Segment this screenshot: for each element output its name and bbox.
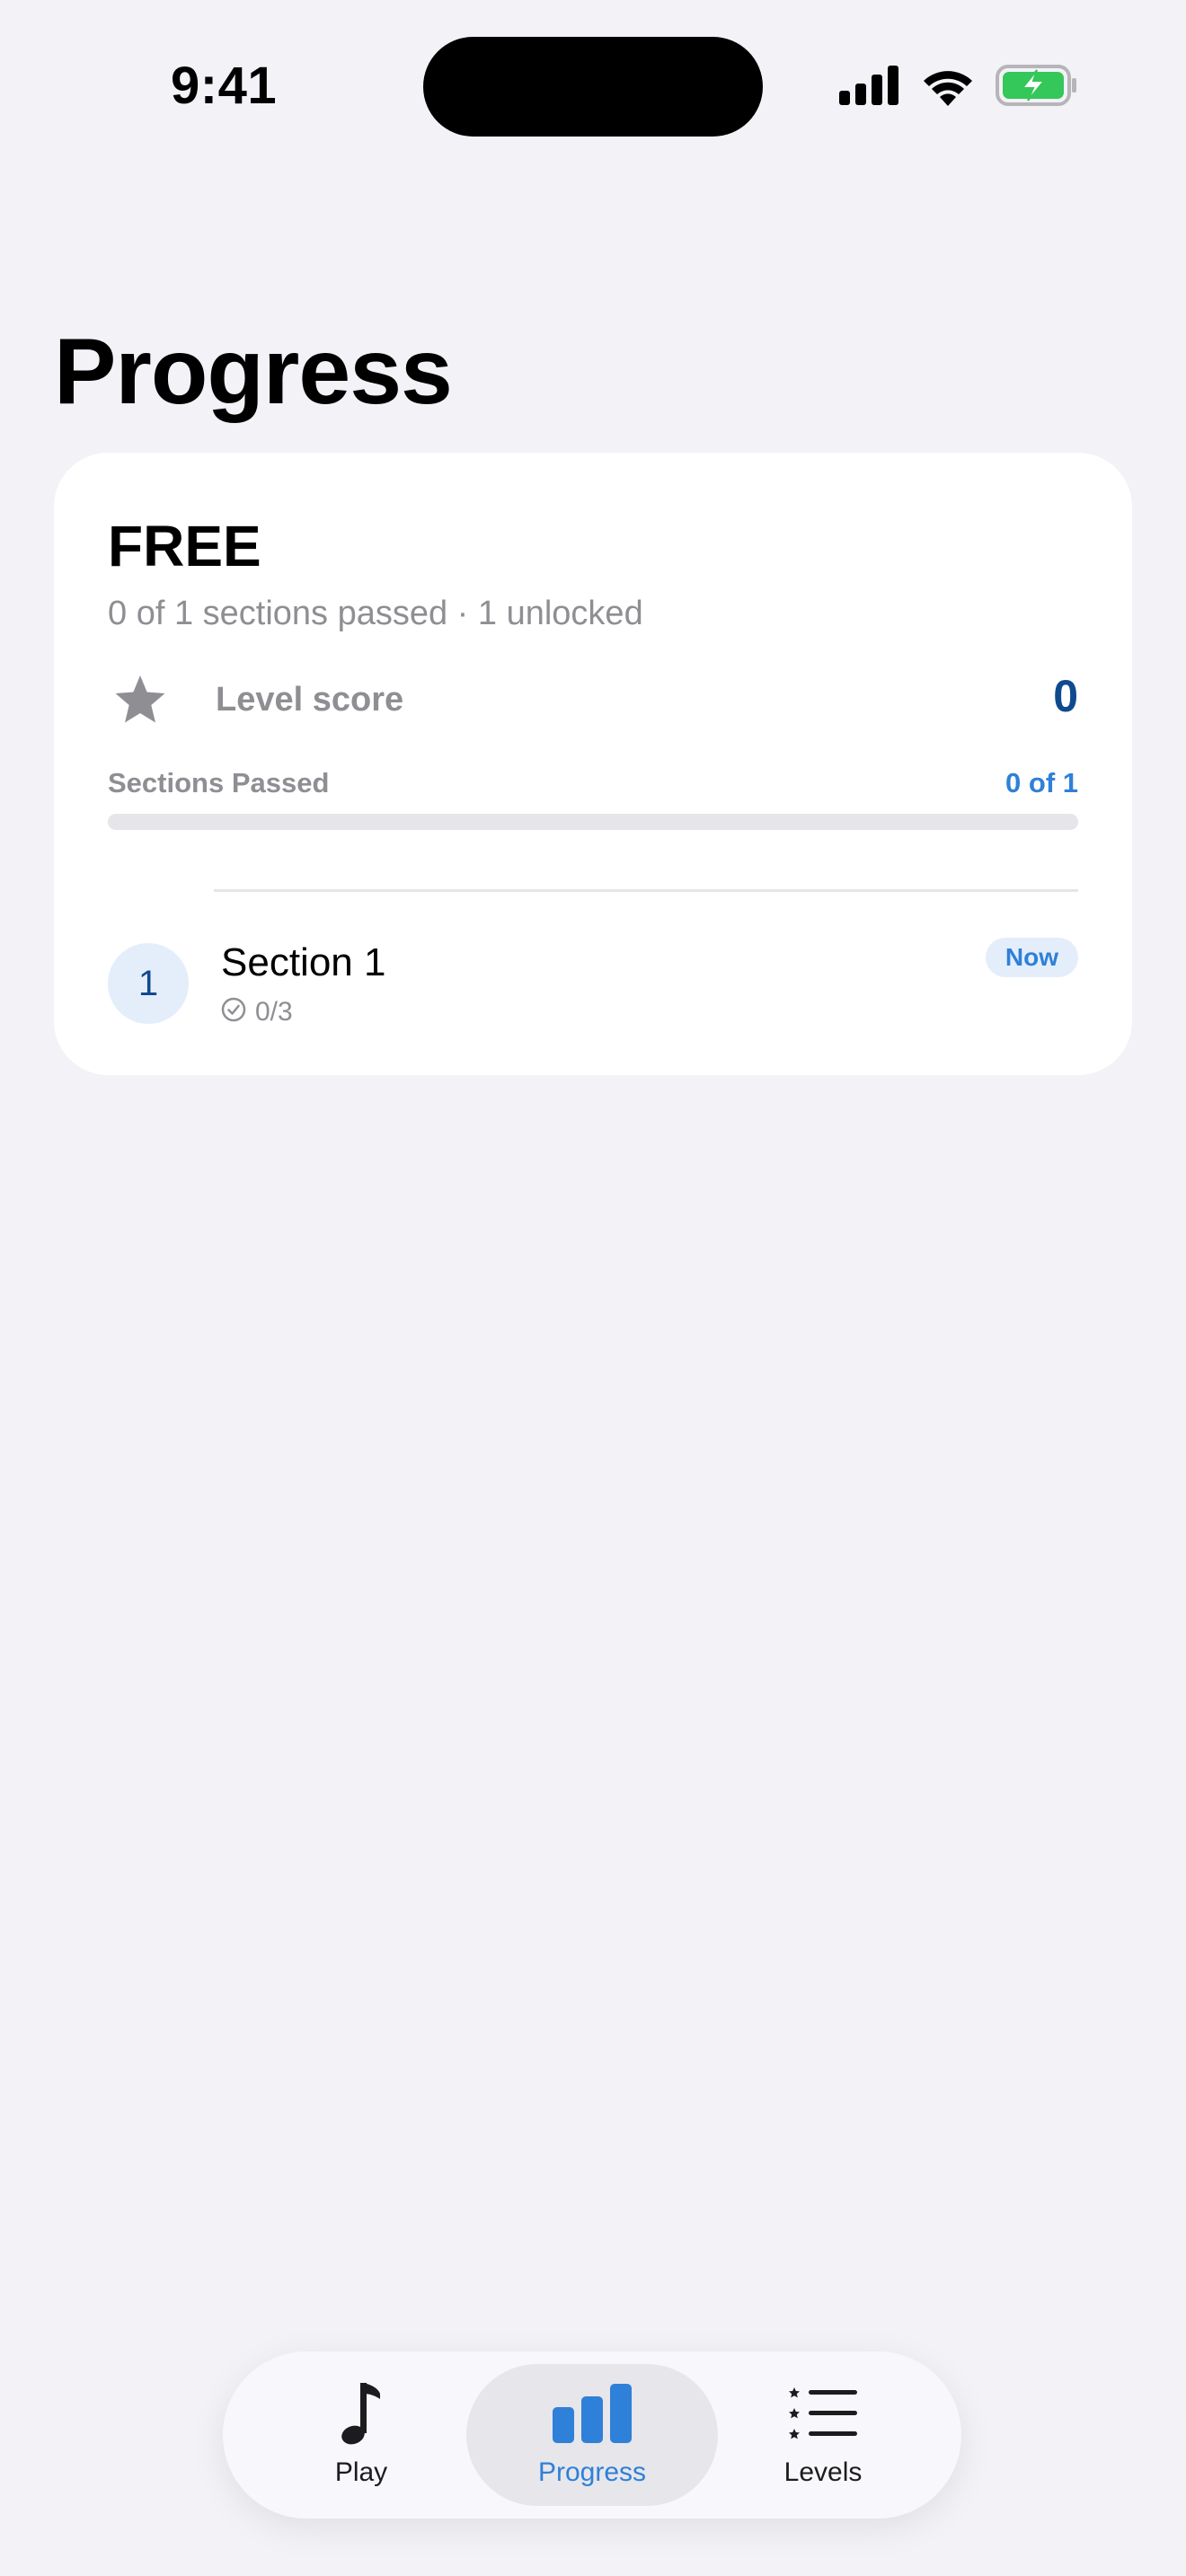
- section-completion-count: 0/3: [255, 997, 293, 1027]
- section-row[interactable]: 1 Section 1 0/3 Now: [108, 938, 1078, 1033]
- sections-progress-bar: [108, 814, 1078, 830]
- sections-passed-value: 0 of 1: [1005, 767, 1078, 798]
- page-title: Progress: [54, 320, 453, 424]
- sections-passed-label: Sections Passed: [108, 767, 330, 798]
- now-badge: Now: [985, 938, 1078, 977]
- section-completion: 0/3: [221, 997, 293, 1028]
- tab-bar: Play Progress Levels: [223, 2351, 961, 2519]
- level-score-value: 0: [1053, 671, 1078, 721]
- divider: [214, 889, 1078, 892]
- bar-chart-icon: [466, 2378, 718, 2448]
- dynamic-island: [423, 37, 763, 137]
- tab-play[interactable]: Play: [235, 2364, 487, 2506]
- battery-charging-icon: [996, 65, 1078, 110]
- status-time: 9:41: [171, 57, 278, 115]
- status-icons: [839, 65, 1078, 110]
- tab-progress-label: Progress: [537, 2457, 647, 2487]
- level-score-row: Level score 0: [108, 666, 1078, 735]
- wifi-icon: [920, 65, 976, 110]
- section-name: Section 1: [221, 940, 386, 984]
- list-stars-icon: [697, 2378, 949, 2448]
- tab-play-label: Play: [334, 2457, 388, 2487]
- cellular-signal-icon: [839, 66, 900, 110]
- tab-levels[interactable]: Levels: [697, 2364, 949, 2506]
- level-card: FREE 0 of 1 sections passed · 1 unlocked…: [54, 453, 1132, 1075]
- level-title: FREE: [108, 514, 261, 578]
- section-number-badge: 1: [108, 943, 189, 1024]
- level-subtitle: 0 of 1 sections passed · 1 unlocked: [108, 595, 643, 632]
- music-note-icon: [235, 2378, 487, 2448]
- star-icon: [113, 674, 167, 730]
- level-score-label: Level score: [216, 681, 404, 719]
- checkmark-circle-icon: [221, 997, 246, 1028]
- sections-passed-row: Sections Passed 0 of 1: [108, 767, 1078, 803]
- tab-levels-label: Levels: [783, 2457, 863, 2487]
- tab-progress[interactable]: Progress: [466, 2364, 718, 2506]
